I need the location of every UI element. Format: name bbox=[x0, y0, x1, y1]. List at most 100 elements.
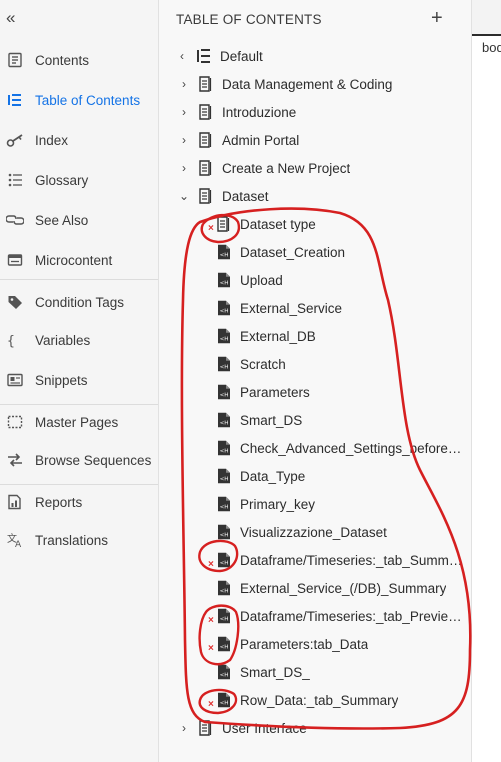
nav-item-label: Variables bbox=[35, 332, 91, 348]
toc-item-label: Data_Type bbox=[240, 468, 306, 484]
toc-topic-item[interactable]: <H Data_Type bbox=[217, 463, 463, 489]
nav-item-glossary[interactable]: Glossary bbox=[0, 164, 158, 196]
svg-text:<H: <H bbox=[220, 253, 229, 259]
back-chevron-icon[interactable]: ‹ bbox=[175, 49, 189, 63]
nav-item-see-also[interactable]: See Also bbox=[0, 204, 158, 236]
add-button[interactable]: + bbox=[431, 8, 443, 28]
editor-tab[interactable] bbox=[472, 0, 501, 36]
broken-link-marker-icon: × bbox=[208, 559, 214, 570]
toc-topic-item[interactable]: <H Dataframe/Timeseries:_tab_Summar... × bbox=[208, 547, 463, 573]
nav-item-master-pages[interactable]: Master Pages bbox=[0, 406, 158, 438]
toc-item-label: Visualizzazione_Dataset bbox=[240, 524, 387, 540]
svg-text:<H: <H bbox=[220, 561, 229, 567]
nav-item-label: Index bbox=[35, 132, 69, 148]
toc-book-item[interactable]: ⌄ Dataset bbox=[177, 183, 463, 209]
svg-text:{ }: { } bbox=[7, 334, 23, 348]
book-page-icon bbox=[199, 720, 213, 736]
toc-item-label: External_DB bbox=[240, 328, 316, 344]
nav-item-table-of-contents[interactable]: Table of Contents bbox=[0, 84, 158, 116]
toc-icon bbox=[6, 91, 24, 109]
nav-item-label: Contents bbox=[35, 52, 90, 68]
svg-text:<H: <H bbox=[220, 449, 229, 455]
toc-topic-item[interactable]: <H Row_Data:_tab_Summary × bbox=[208, 687, 463, 713]
toc-item-label: Dataset type bbox=[240, 216, 316, 232]
braces-icon: { } bbox=[6, 331, 24, 349]
nav-item-contents[interactable]: Contents bbox=[0, 44, 158, 76]
toc-item-label: Row_Data:_tab_Summary bbox=[240, 692, 399, 708]
toc-topic-item[interactable]: <H Smart_DS bbox=[217, 407, 463, 433]
svg-text:<H: <H bbox=[220, 673, 229, 679]
book-page-icon bbox=[199, 132, 213, 148]
toc-topic-item[interactable]: <H Check_Advanced_Settings_before_I... bbox=[217, 435, 463, 461]
toc-book-item[interactable]: › Introduzione bbox=[177, 99, 463, 125]
topic-file-icon: <H bbox=[217, 272, 231, 288]
topic-file-icon: <H bbox=[217, 300, 231, 316]
chevron-right-icon[interactable]: › bbox=[177, 721, 191, 735]
book-page-icon bbox=[217, 216, 231, 232]
topic-file-icon: <H bbox=[217, 440, 231, 456]
svg-text:<H: <H bbox=[220, 533, 229, 539]
topic-file-icon: <H bbox=[217, 328, 231, 344]
topic-file-icon: <H bbox=[217, 244, 231, 260]
nav-item-reports[interactable]: Reports bbox=[0, 486, 158, 518]
toc-topic-item[interactable]: Dataset type × bbox=[208, 211, 463, 237]
toc-topic-item[interactable]: <H External_DB bbox=[217, 323, 463, 349]
nav-item-label: Browse Sequences bbox=[35, 452, 152, 468]
nav-divider bbox=[0, 279, 158, 280]
toc-book-item[interactable]: › Data Management & Coding bbox=[177, 71, 463, 97]
toc-item-label: Data Management & Coding bbox=[222, 76, 393, 92]
nav-item-index[interactable]: Index bbox=[0, 124, 158, 156]
toc-topic-item[interactable]: <H Parameters:tab_Data × bbox=[208, 631, 463, 657]
nav-item-condition-tags[interactable]: Condition Tags bbox=[0, 286, 158, 318]
toc-book-item[interactable]: › Create a New Project bbox=[177, 155, 463, 181]
nav-item-label: Reports bbox=[35, 494, 83, 510]
chevron-right-icon[interactable]: › bbox=[177, 105, 191, 119]
toc-book-item[interactable]: › User Interface bbox=[177, 715, 463, 741]
toc-item-label: Dataframe/Timeseries:_tab_Preview... bbox=[240, 608, 463, 624]
chevron-right-icon[interactable]: › bbox=[177, 77, 191, 91]
toc-item-label: Admin Portal bbox=[222, 132, 300, 148]
master-page-icon bbox=[6, 413, 24, 431]
nav-item-translations[interactable]: 文 A Translations bbox=[0, 524, 158, 556]
toc-item-label: External_Service_(/DB)_Summary bbox=[240, 580, 447, 596]
toc-topic-item[interactable]: <H Upload bbox=[217, 267, 463, 293]
toc-topic-item[interactable]: <H Visualizzazione_Dataset bbox=[217, 519, 463, 545]
panel-title: TABLE OF CONTENTS bbox=[176, 12, 322, 27]
chevron-down-icon[interactable]: ⌄ bbox=[177, 189, 191, 203]
topic-file-icon: <H bbox=[217, 524, 231, 540]
nav-item-browse-sequences[interactable]: Browse Sequences bbox=[0, 444, 158, 476]
toc-topic-item[interactable]: <H Primary_key bbox=[217, 491, 463, 517]
report-icon bbox=[6, 493, 24, 511]
toc-topic-item[interactable]: <H Parameters bbox=[217, 379, 463, 405]
topic-file-icon: <H bbox=[217, 608, 231, 624]
svg-text:<H: <H bbox=[220, 701, 229, 707]
contents-icon bbox=[6, 51, 24, 69]
svg-text:<H: <H bbox=[220, 309, 229, 315]
toc-topic-item[interactable]: <H Smart_DS_ bbox=[217, 659, 463, 685]
toc-topic-item[interactable]: <H Dataset_Creation bbox=[217, 239, 463, 265]
svg-text:<H: <H bbox=[220, 645, 229, 651]
chevron-right-icon[interactable]: › bbox=[177, 133, 191, 147]
toc-topic-item[interactable]: <H External_Service bbox=[217, 295, 463, 321]
translate-icon: 文A bbox=[6, 531, 24, 549]
nav-item-label: Translations bbox=[35, 532, 109, 548]
nav-item-snippets[interactable]: Snippets bbox=[0, 364, 158, 396]
toc-topic-item[interactable]: <H Scratch bbox=[217, 351, 463, 377]
toc-item-label: Upload bbox=[240, 272, 283, 288]
nav-item-variables[interactable]: { } Variables bbox=[0, 324, 158, 356]
toc-topic-item[interactable]: <H External_Service_(/DB)_Summary bbox=[217, 575, 463, 601]
nav-item-label: Table of Contents bbox=[35, 92, 141, 108]
arrows-icon bbox=[6, 451, 24, 469]
toc-root-default[interactable]: ‹ Default bbox=[175, 43, 463, 69]
toc-item-label: Introduzione bbox=[222, 104, 297, 120]
svg-text:<H: <H bbox=[220, 393, 229, 399]
toc-item-label: Check_Advanced_Settings_before_I... bbox=[240, 440, 463, 456]
chevron-right-icon[interactable]: › bbox=[177, 161, 191, 175]
collapse-panel-icon[interactable]: « bbox=[6, 8, 15, 28]
nav-item-label: Glossary bbox=[35, 172, 89, 188]
toc-topic-item[interactable]: <H Dataframe/Timeseries:_tab_Preview... × bbox=[208, 603, 463, 629]
topic-file-icon: <H bbox=[217, 496, 231, 512]
link-icon bbox=[6, 211, 24, 229]
toc-book-item[interactable]: › Admin Portal bbox=[177, 127, 463, 153]
nav-item-microcontent[interactable]: Microcontent bbox=[0, 244, 158, 276]
